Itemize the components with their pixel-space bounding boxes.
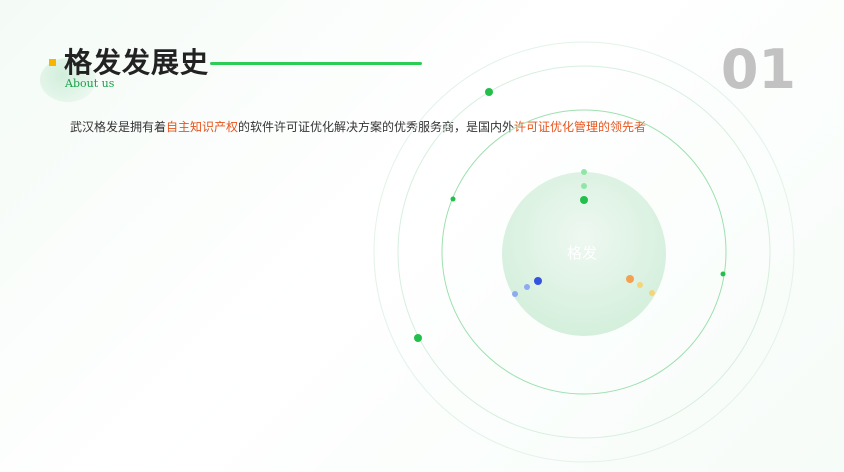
orbit-dot xyxy=(414,334,422,342)
orbit-dot xyxy=(637,282,643,288)
orbit-dot xyxy=(580,196,588,204)
orbit-dot xyxy=(524,284,530,290)
orbit-dot xyxy=(485,88,493,96)
orbit-dot xyxy=(626,275,634,283)
orbit-dot xyxy=(512,291,518,297)
orbit-dot xyxy=(581,169,587,175)
orbit-center-label: 格发 xyxy=(567,244,597,262)
orbit-dot xyxy=(581,183,587,189)
slide: 格发发展史 About us 01 武汉格发是拥有着自主知识产权的软件许可证优化… xyxy=(0,0,844,472)
orbit-diagram: 格发 xyxy=(373,41,795,463)
orbit-dot xyxy=(450,196,456,202)
orbit-dot xyxy=(649,290,655,296)
orbit-dot xyxy=(534,277,542,285)
orbit-dot xyxy=(720,271,726,277)
